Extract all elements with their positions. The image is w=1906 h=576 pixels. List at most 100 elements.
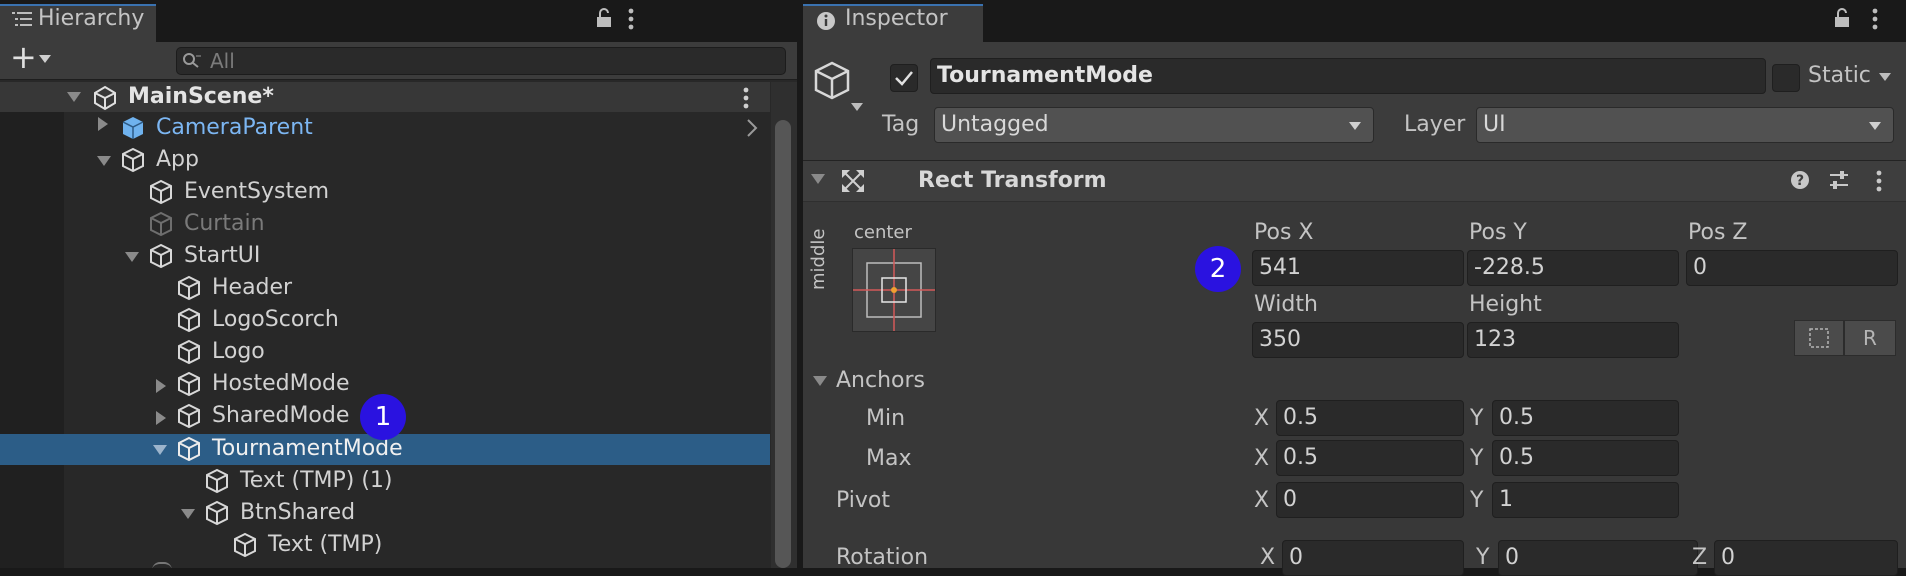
rotation-x-input[interactable]: 0 xyxy=(1282,540,1464,576)
pivot-x-label: X xyxy=(1254,488,1270,513)
rotation-x-label: X xyxy=(1260,545,1276,570)
tag-label: Tag xyxy=(882,112,920,137)
gameobject-icon xyxy=(148,179,174,205)
gameobject-icon xyxy=(204,500,230,526)
anchor-max-label: Max xyxy=(866,446,912,471)
pos-z-label: Pos Z xyxy=(1688,220,1748,245)
anchor-max-x-label: X xyxy=(1254,446,1270,471)
object-name-input[interactable]: TournamentMode xyxy=(930,58,1766,94)
blueprint-mode-button[interactable] xyxy=(1794,320,1844,356)
layer-dropdown[interactable]: UI xyxy=(1476,107,1894,143)
width-label: Width xyxy=(1254,292,1318,317)
anchor-min-x-label: X xyxy=(1254,406,1270,431)
anchor-max-x-input[interactable]: 0.5 xyxy=(1276,440,1464,476)
kebab-icon[interactable] xyxy=(1872,8,1878,30)
info-icon xyxy=(816,11,836,31)
search-placeholder: All xyxy=(210,49,235,73)
hierarchy-item-startui[interactable]: StartUI xyxy=(184,243,260,268)
gameobject-icon xyxy=(176,307,202,333)
chevron-right-icon[interactable] xyxy=(746,118,758,138)
collapse-arrow-icon[interactable] xyxy=(154,378,168,394)
lock-icon[interactable] xyxy=(1834,8,1850,28)
anchors-label: Anchors xyxy=(836,368,925,393)
gameobject-icon[interactable] xyxy=(812,60,852,102)
anchor-max-y-input[interactable]: 0.5 xyxy=(1492,440,1679,476)
rotation-y-label: Y xyxy=(1476,545,1490,570)
hierarchy-item-logoscorch[interactable]: LogoScorch xyxy=(212,307,339,332)
hierarchy-scrollbar-thumb[interactable] xyxy=(775,120,791,568)
preset-icon[interactable] xyxy=(1828,170,1850,190)
svg-text:?: ? xyxy=(1796,173,1804,189)
rotation-label: Rotation xyxy=(836,545,929,570)
static-label[interactable]: Static xyxy=(1808,63,1871,88)
expand-arrow-icon[interactable] xyxy=(96,154,112,168)
hierarchy-item-sharedmode[interactable]: SharedMode xyxy=(212,403,349,428)
anchor-horizontal-label: center xyxy=(854,222,912,243)
kebab-icon[interactable] xyxy=(743,87,749,109)
anchor-min-y-input[interactable]: 0.5 xyxy=(1492,400,1679,436)
pivot-label: Pivot xyxy=(836,488,891,513)
chevron-down-icon[interactable] xyxy=(850,102,864,112)
hierarchy-item-text-tmp[interactable]: Text (TMP) xyxy=(268,532,382,557)
pos-z-input[interactable]: 0 xyxy=(1686,250,1898,286)
hierarchy-gutter xyxy=(0,112,64,568)
search-icon xyxy=(182,52,202,70)
gameobject-icon xyxy=(176,371,202,397)
rotation-y-input[interactable]: 0 xyxy=(1498,540,1698,576)
chevron-down-icon[interactable] xyxy=(1348,121,1362,131)
expand-arrow-icon[interactable] xyxy=(152,443,168,457)
expand-arrow-icon[interactable] xyxy=(180,507,196,521)
layer-dropdown-value: UI xyxy=(1483,112,1506,137)
rotation-z-label: Z xyxy=(1692,545,1708,570)
chevron-down-icon[interactable] xyxy=(1878,72,1892,82)
hierarchy-item-cameraparent[interactable]: CameraParent xyxy=(156,115,313,140)
hierarchy-item-app[interactable]: App xyxy=(156,147,199,172)
active-checkbox[interactable] xyxy=(890,64,918,92)
gameobject-icon xyxy=(176,275,202,301)
tag-dropdown[interactable]: Untagged xyxy=(934,107,1374,143)
collapse-arrow-icon[interactable] xyxy=(96,116,110,132)
hierarchy-item-btnshared[interactable]: BtnShared xyxy=(240,500,355,525)
hierarchy-item-logo[interactable]: Logo xyxy=(212,339,265,364)
anchor-presets-button[interactable] xyxy=(852,248,936,332)
hierarchy-item-tournamentmode[interactable]: TournamentMode xyxy=(212,436,403,461)
gameobject-icon xyxy=(152,562,172,568)
pos-x-input[interactable]: 541 xyxy=(1252,250,1464,286)
expand-arrow-icon[interactable] xyxy=(66,90,82,104)
component-title: Rect Transform xyxy=(918,168,1107,193)
width-input[interactable]: 350 xyxy=(1252,322,1464,358)
hierarchy-item-curtain[interactable]: Curtain xyxy=(184,211,265,236)
gameobject-icon xyxy=(176,339,202,365)
add-button[interactable]: + xyxy=(10,38,37,76)
inspector-tab-label: Inspector xyxy=(845,6,948,31)
pivot-y-label: Y xyxy=(1470,488,1484,513)
annotation-badge-2: 2 xyxy=(1195,246,1241,292)
hierarchy-item-header[interactable]: Header xyxy=(212,275,292,300)
hierarchy-item-hostedmode[interactable]: HostedMode xyxy=(212,371,350,396)
kebab-icon[interactable] xyxy=(628,8,634,30)
static-checkbox[interactable] xyxy=(1772,64,1800,92)
expand-arrow-icon[interactable] xyxy=(812,374,828,388)
help-icon[interactable]: ? xyxy=(1790,170,1810,190)
pivot-y-input[interactable]: 1 xyxy=(1492,482,1679,518)
gameobject-icon xyxy=(148,243,174,269)
gameobject-icon xyxy=(204,468,230,494)
lock-icon[interactable] xyxy=(596,8,612,28)
expand-arrow-icon[interactable] xyxy=(124,250,140,264)
kebab-icon[interactable] xyxy=(1876,170,1882,192)
hierarchy-item-eventsystem[interactable]: EventSystem xyxy=(184,179,329,204)
pos-y-input[interactable]: -228.5 xyxy=(1467,250,1679,286)
search-input[interactable] xyxy=(176,47,786,75)
hierarchy-item-text-tmp-1[interactable]: Text (TMP) (1) xyxy=(240,468,393,493)
height-input[interactable]: 123 xyxy=(1467,322,1679,358)
anchor-min-x-input[interactable]: 0.5 xyxy=(1276,400,1464,436)
height-label: Height xyxy=(1469,292,1542,317)
chevron-down-icon[interactable] xyxy=(1868,121,1882,131)
raw-edit-button[interactable]: R xyxy=(1844,320,1896,356)
collapse-arrow-icon[interactable] xyxy=(154,410,168,426)
expand-arrow-icon[interactable] xyxy=(810,172,826,186)
rotation-z-input[interactable]: 0 xyxy=(1714,540,1898,576)
pos-x-label: Pos X xyxy=(1254,220,1314,245)
pivot-x-input[interactable]: 0 xyxy=(1276,482,1464,518)
chevron-down-icon[interactable] xyxy=(38,54,52,64)
